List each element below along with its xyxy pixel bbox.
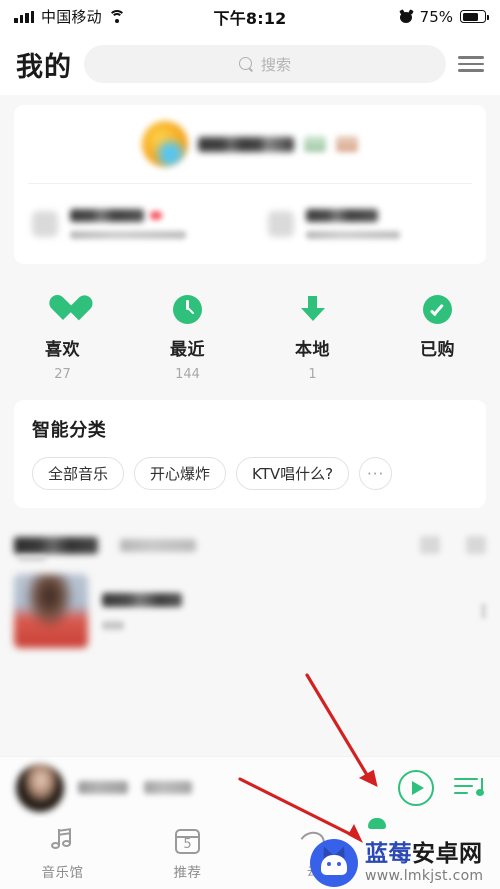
download-arrow-icon bbox=[299, 292, 327, 326]
search-icon bbox=[238, 56, 254, 72]
grid-view-icon[interactable] bbox=[420, 536, 440, 554]
android-mascot-logo bbox=[310, 839, 358, 887]
mini-player-bar[interactable] bbox=[0, 756, 500, 818]
list-item-texts bbox=[102, 592, 182, 630]
clock-icon bbox=[173, 292, 202, 326]
promo-title-1 bbox=[70, 209, 144, 222]
shortcut-count: 144 bbox=[175, 367, 200, 382]
site-watermark: 蓝莓安卓网 www.lmkjst.com bbox=[310, 839, 483, 887]
section-header-icons bbox=[420, 536, 486, 554]
play-circle-icon[interactable] bbox=[398, 769, 434, 806]
status-bar-left: 中国移动 bbox=[14, 6, 126, 27]
album-art[interactable] bbox=[16, 763, 64, 812]
shortcut-count: 27 bbox=[54, 367, 71, 382]
scroll-content: 喜欢 27 最近 144 本地 1 已购 智能分类 全部音乐 开心爆炸 KTV唱… bbox=[0, 105, 500, 656]
status-bar: 中国移动 下午8:12 75% bbox=[0, 0, 500, 33]
signal-bars-icon bbox=[14, 10, 34, 23]
more-vertical-icon[interactable] bbox=[481, 603, 486, 619]
music-note-icon bbox=[50, 826, 76, 854]
profile-card[interactable] bbox=[14, 105, 486, 264]
check-circle-icon bbox=[423, 292, 452, 326]
calendar-icon: 5 bbox=[175, 826, 200, 854]
watermark-url: www.lmkjst.com bbox=[365, 867, 484, 884]
shortcuts-row: 喜欢 27 最近 144 本地 1 已购 bbox=[0, 264, 500, 400]
promo-texts-1 bbox=[70, 209, 186, 239]
mini-player-text bbox=[78, 781, 192, 794]
playlist-section bbox=[0, 524, 500, 656]
promo-row bbox=[14, 184, 486, 264]
shortcut-local[interactable]: 本地 1 bbox=[250, 292, 375, 382]
active-tab-indicator bbox=[368, 818, 386, 829]
promo-item-1[interactable] bbox=[14, 209, 250, 239]
app-header: 我的 搜索 bbox=[0, 33, 500, 95]
search-input[interactable]: 搜索 bbox=[84, 45, 446, 83]
smart-category-chips: 全部音乐 开心爆炸 KTV唱什么? ··· bbox=[32, 457, 468, 490]
battery-icon bbox=[460, 10, 489, 23]
shortcut-count: 1 bbox=[308, 367, 317, 382]
shortcut-label: 已购 bbox=[420, 340, 455, 360]
section-tab-underline bbox=[18, 556, 46, 561]
shortcut-liked[interactable]: 喜欢 27 bbox=[0, 292, 125, 382]
shortcut-label: 最近 bbox=[170, 340, 205, 360]
mini-player-controls bbox=[398, 769, 484, 806]
avatar[interactable] bbox=[142, 121, 188, 167]
search-placeholder: 搜索 bbox=[260, 55, 291, 74]
hamburger-menu-icon[interactable] bbox=[458, 54, 484, 74]
shortcut-label: 喜欢 bbox=[45, 340, 80, 360]
chip-more[interactable]: ··· bbox=[359, 457, 393, 490]
shortcut-label: 本地 bbox=[295, 340, 330, 360]
battery-percent-label: 75% bbox=[419, 7, 453, 26]
chip-happy-burst[interactable]: 开心爆炸 bbox=[134, 457, 227, 490]
chip-all-music[interactable]: 全部音乐 bbox=[32, 457, 125, 490]
calendar-day-number: 5 bbox=[183, 837, 192, 852]
tab-music-library[interactable]: 音乐馆 bbox=[0, 826, 125, 881]
watermark-title-blue: 蓝莓 bbox=[365, 841, 412, 868]
promo-icon-2 bbox=[268, 211, 294, 237]
list-item[interactable] bbox=[14, 566, 486, 656]
tab-label: 音乐馆 bbox=[41, 865, 84, 881]
wifi-icon bbox=[108, 10, 126, 23]
list-view-icon[interactable] bbox=[466, 536, 486, 554]
playlist-queue-icon[interactable] bbox=[454, 775, 484, 801]
shortcut-purchased[interactable]: 已购 bbox=[375, 292, 500, 382]
username-label bbox=[198, 136, 294, 152]
shortcut-recent[interactable]: 最近 144 bbox=[125, 292, 250, 382]
badge-level-orange bbox=[336, 136, 358, 152]
heart-icon bbox=[48, 292, 78, 326]
tab-label: 推荐 bbox=[173, 865, 202, 881]
smart-category-card: 智能分类 全部音乐 开心爆炸 KTV唱什么? ··· bbox=[14, 400, 486, 508]
profile-header-row[interactable] bbox=[14, 105, 486, 183]
list-item-subtitle bbox=[102, 620, 124, 630]
section-tab-inactive[interactable] bbox=[120, 538, 196, 552]
alarm-clock-icon bbox=[398, 9, 414, 23]
promo-title-2 bbox=[306, 209, 378, 222]
watermark-title: 蓝莓安卓网 bbox=[365, 842, 483, 866]
page-title: 我的 bbox=[16, 51, 72, 83]
watermark-text: 蓝莓安卓网 www.lmkjst.com bbox=[365, 842, 483, 883]
playlist-cover bbox=[14, 574, 88, 648]
tab-recommend[interactable]: 5 推荐 bbox=[125, 826, 250, 881]
status-bar-right: 75% bbox=[398, 7, 489, 26]
promo-item-2[interactable] bbox=[250, 209, 486, 239]
smart-category-title: 智能分类 bbox=[32, 420, 107, 441]
list-item-title bbox=[102, 592, 182, 607]
song-title bbox=[78, 781, 128, 794]
app-screen: 中国移动 下午8:12 75% 我的 搜索 喜欢 27 最近 144 本地 1 … bbox=[0, 0, 500, 889]
status-time: 下午8:12 bbox=[213, 8, 287, 28]
promo-subtitle-1 bbox=[70, 231, 186, 239]
watermark-title-dark: 安卓网 bbox=[412, 841, 483, 868]
promo-subtitle-2 bbox=[306, 231, 400, 239]
playlist-section-header bbox=[14, 524, 486, 566]
carrier-label: 中国移动 bbox=[41, 8, 102, 26]
section-tab-active[interactable] bbox=[14, 536, 98, 554]
red-dot-badge bbox=[150, 211, 162, 220]
badge-vip-green bbox=[304, 136, 326, 152]
promo-icon-1 bbox=[32, 211, 58, 237]
promo-texts-2 bbox=[306, 209, 400, 239]
song-artist bbox=[144, 781, 192, 794]
chip-ktv[interactable]: KTV唱什么? bbox=[236, 457, 350, 490]
